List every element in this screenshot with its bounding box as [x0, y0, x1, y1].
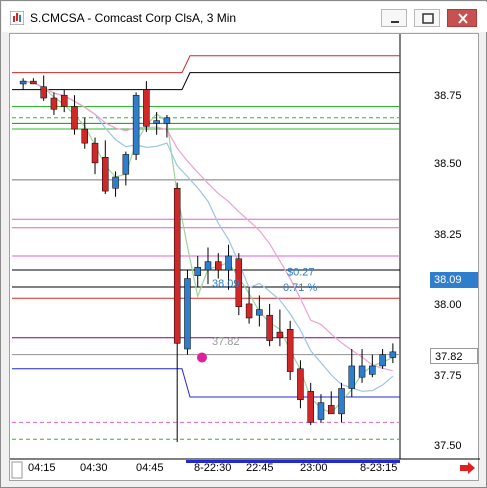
maximize-button[interactable] [414, 9, 440, 27]
change-percent-label: 0.71 % [283, 282, 317, 294]
time-tick-2300: 23:00 [300, 462, 328, 474]
candle [225, 255, 232, 271]
candle [112, 176, 119, 189]
scroll-right-arrow-icon[interactable] [460, 462, 476, 474]
candle [307, 391, 314, 423]
title-bar[interactable]: S.CMCSA - Comcast Corp ClsA, 3 Min [2, 2, 487, 32]
candle [379, 354, 386, 367]
minimize-icon [391, 21, 399, 23]
candle [204, 261, 212, 271]
price-chart[interactable]: $0.27 0.71 % 38.09 37.82 [10, 34, 480, 482]
candle [358, 365, 366, 378]
candle [19, 80, 27, 85]
price-tick-38-25: 38.25 [434, 229, 462, 241]
candle [40, 86, 47, 99]
marker-price-label: 37.82 [212, 336, 240, 348]
app-icon [10, 11, 24, 25]
time-tick-2245: 22:45 [246, 462, 274, 474]
window-title: S.CMCSA - Comcast Corp ClsA, 3 Min [30, 11, 237, 25]
time-tick-8-2230: 8-22:30 [194, 462, 232, 474]
candle [122, 154, 130, 175]
entry-price-label: 38.09 [212, 278, 240, 290]
chart-window: S.CMCSA - Comcast Corp ClsA, 3 Min $0.27… [0, 0, 487, 488]
price-tick-37-75: 37.75 [434, 370, 462, 382]
price-tick-37-50: 37.50 [434, 440, 462, 452]
candle [266, 314, 273, 341]
time-tick-8-2315: 8-23:15 [360, 462, 398, 474]
candle [132, 94, 140, 155]
candle [286, 329, 294, 372]
level-line-0 [12, 55, 400, 74]
maximize-icon [422, 13, 434, 24]
close-icon [458, 13, 468, 24]
candle [317, 402, 325, 420]
candle [173, 188, 181, 344]
candle [215, 261, 222, 271]
candle [338, 388, 345, 415]
time-tick-0445: 04:45 [136, 462, 164, 474]
candle [60, 94, 68, 107]
price-tick-38-75: 38.75 [434, 90, 462, 102]
candle [71, 106, 78, 130]
candle [194, 266, 201, 276]
price-tick-38-50: 38.50 [434, 158, 462, 170]
candle [30, 80, 37, 85]
time-tick-0415: 04:15 [28, 462, 56, 474]
candle [153, 120, 160, 124]
candle [389, 351, 397, 358]
chart-area[interactable]: $0.27 0.71 % 38.09 37.82 38.75 38.50 38.25 … [9, 33, 480, 482]
candle [184, 278, 191, 350]
candle [245, 303, 253, 319]
candle [369, 365, 376, 375]
candle [81, 128, 89, 144]
moving-average-14 [23, 80, 394, 372]
candle [297, 368, 304, 401]
time-tick-0430: 04:30 [80, 462, 108, 474]
candle [276, 331, 284, 338]
candle [256, 309, 263, 316]
candle [327, 405, 335, 415]
entry-marker-icon [197, 352, 207, 363]
time-axis-scroll-box [11, 461, 23, 479]
candle [102, 157, 109, 192]
current-price-label: 38.09 [430, 272, 478, 288]
last-price-label: 37.82 [430, 348, 478, 364]
moving-average-8 [23, 80, 394, 392]
close-button[interactable] [447, 9, 477, 27]
change-value-label: $0.27 [287, 267, 315, 279]
level-line-1 [12, 72, 400, 91]
price-tick-38-00: 38.00 [434, 299, 462, 311]
candle [143, 89, 150, 127]
candle [163, 117, 171, 124]
minimize-button[interactable] [381, 9, 407, 27]
candle [91, 142, 99, 164]
candle [348, 365, 356, 389]
moving-average-3 [23, 80, 394, 414]
candle [50, 97, 58, 110]
